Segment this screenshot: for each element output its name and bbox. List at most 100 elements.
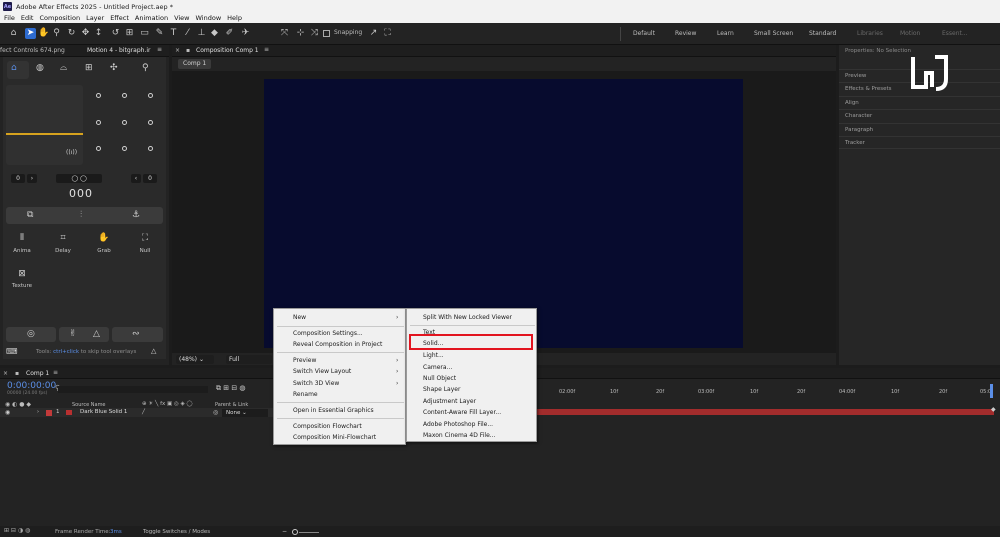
submenu-item-camera[interactable]: Camera... [423,364,452,371]
menu-item-switch-view-layout[interactable]: Switch View Layout [293,368,351,375]
rectangle-tool-icon[interactable]: ▭ [139,28,150,39]
brush-tool-icon[interactable]: ⁄ [182,28,193,39]
workspace-default[interactable]: Default [633,30,655,37]
menu-item-new[interactable]: New [293,314,306,321]
tab-composition[interactable]: Composition Comp 1 [196,47,259,54]
center-slider-field[interactable]: ◯ ◯ [56,174,102,183]
anchor-dot-bottom-center[interactable] [122,146,127,151]
panel-character[interactable]: Character [839,109,1000,122]
submenu-item-split-viewer[interactable]: Split With New Locked Viewer [423,314,512,321]
home-icon[interactable]: ⌂ [8,28,19,39]
tile-texture[interactable]: Texture [7,283,37,289]
orbit-tool-icon[interactable]: ↻ [66,28,77,39]
time-ruler[interactable]: 02:00f 10f 20f 03:00f 10f 20f 04:00f 10f… [537,384,1000,396]
submenu-item-cinema4d-file[interactable]: Maxon Cinema 4D File... [423,432,496,439]
anchor-dot-bottom-right[interactable] [148,146,153,151]
menu-window[interactable]: Window [196,14,222,22]
eraser-tool-icon[interactable]: ◆ [209,28,220,39]
layer-switch-slash-icon[interactable]: ╱ [142,409,145,415]
anchor-dot-top-right[interactable] [148,93,153,98]
selection-tool-icon[interactable]: ➤ [25,28,36,39]
motion-grid-icon[interactable]: ⊞ [85,63,93,73]
submenu-item-light[interactable]: Light... [423,352,444,359]
submenu-item-content-aware-fill[interactable]: Content-Aware Fill Layer... [423,409,501,416]
clone-stamp-tool-icon[interactable]: ⊥ [196,28,207,39]
tile-null[interactable]: Null [130,248,160,254]
close-timeline-icon[interactable]: × [3,370,8,377]
menu-view[interactable]: View [174,14,189,22]
workspace-essentials[interactable]: Essent... [942,30,968,37]
menu-item-composition-mini-flowchart[interactable]: Composition Mini-Flowchart [293,434,376,441]
workspace-motion[interactable]: Motion [900,30,920,37]
layer-expand-icon[interactable]: › [37,409,39,415]
submenu-item-adjustment-layer[interactable]: Adjustment Layer [423,398,476,405]
triangle-icon[interactable]: △ [93,329,100,339]
menu-item-composition-flowchart[interactable]: Composition Flowchart [293,423,362,430]
menu-item-switch-3d-view[interactable]: Switch 3D View [293,380,339,387]
playhead-end-icon[interactable]: ◆ [991,406,996,413]
close-tab-icon[interactable]: × [175,47,180,54]
workspace-small-screen[interactable]: Small Screen [754,30,793,37]
anima-icon[interactable]: ⫴ [7,233,37,243]
parent-select[interactable]: None ⌄ [222,409,268,417]
workspace-learn[interactable]: Learn [717,30,734,37]
panel-tracker[interactable]: Tracker [839,136,1000,149]
view-axis-icon[interactable]: ⤨ [309,28,320,39]
submenu-item-photoshop-file[interactable]: Adobe Photoshop File... [423,421,493,428]
left-stepper[interactable]: › [27,174,37,183]
right-value-field[interactable]: 0 [143,174,157,183]
motion-search-icon[interactable]: ⚲ [142,63,149,73]
motion-target-icon[interactable]: ✣ [110,63,118,73]
tile-grab[interactable]: Grab [89,248,119,254]
menu-item-rename[interactable]: Rename [293,391,318,398]
comp-panel-menu-icon[interactable]: ≡ [264,46,269,53]
timeline-zoom-slider[interactable] [292,529,298,535]
anchor-dot-middle-left[interactable] [96,120,101,125]
current-timecode[interactable]: 0:00:00:00 [7,381,56,391]
motion-crop-icon[interactable]: ⌓ [60,63,67,73]
grab-icon[interactable]: ✋ [89,233,119,243]
anchor-dot-bottom-left[interactable] [96,146,101,151]
resolution-select[interactable]: Full [226,355,272,364]
footer-icons[interactable]: ⊞ ⊟ ◑ ◍ [4,527,30,534]
work-area-end-marker[interactable] [990,384,993,398]
pen-tool-icon[interactable]: ✎ [154,28,165,39]
type-tool-icon[interactable]: T [168,28,179,39]
tile-delay[interactable]: Delay [48,248,78,254]
timeline-lock-icon[interactable]: ▪ [15,370,19,377]
timeline-switch-icons[interactable]: ⧉ ⊞ ⊟ ◍ [216,384,246,393]
anchor-icon[interactable]: ⚓ [132,210,140,220]
layer-switch-icons[interactable]: ⊕ ☀ ╲ fx ▣ ◎ ◈ ◯ [142,401,193,407]
zoom-tool-icon[interactable]: ⚲ [51,28,62,39]
texture-icon[interactable]: ⊠ [7,269,37,279]
snapping-checkbox[interactable] [323,30,330,37]
anchor-tool-icon[interactable]: ⊞ [124,28,135,39]
menu-item-essential-graphics[interactable]: Open in Essential Graphics [293,407,374,414]
menu-effect[interactable]: Effect [110,14,129,22]
menu-file[interactable]: File [4,14,15,22]
bottom-button-2[interactable] [59,327,109,342]
anchor-dot-middle-right[interactable] [148,120,153,125]
tab-motion[interactable]: Motion 4 - bitgraph.ir [87,47,150,54]
layer-eye-icon[interactable]: ◉ [5,409,10,416]
panel-menu-icon[interactable]: ≡ [157,46,162,53]
hand-tool-icon[interactable]: ✋ [38,28,49,39]
workspace-review[interactable]: Review [675,30,696,37]
roto-brush-tool-icon[interactable]: ✐ [224,28,235,39]
tab-timeline-comp[interactable]: Comp 1 [26,370,49,377]
timeline-menu-icon[interactable]: ≡ [53,369,58,376]
align-center-icon[interactable]: ⫶ [80,210,82,220]
align-left-icon[interactable]: ⧉ [27,210,33,220]
layer-label-color[interactable] [46,410,52,416]
expand-icon[interactable]: ⛶ [382,28,393,39]
menu-layer[interactable]: Layer [86,14,104,22]
layer-name[interactable]: Dark Blue Solid 1 [80,409,127,415]
local-axis-icon[interactable]: ⤧ [279,28,290,39]
pickwhip-icon[interactable]: ◎ [213,409,218,416]
rotate-tool-icon[interactable]: ↺ [110,28,121,39]
collapse-icon[interactable]: △ [151,347,156,355]
submenu-item-null-object[interactable]: Null Object [423,375,456,382]
motion-shape-icon[interactable]: ◍ [36,63,44,73]
left-value-field[interactable]: 0 [11,174,25,183]
panel-paragraph[interactable]: Paragraph [839,123,1000,136]
